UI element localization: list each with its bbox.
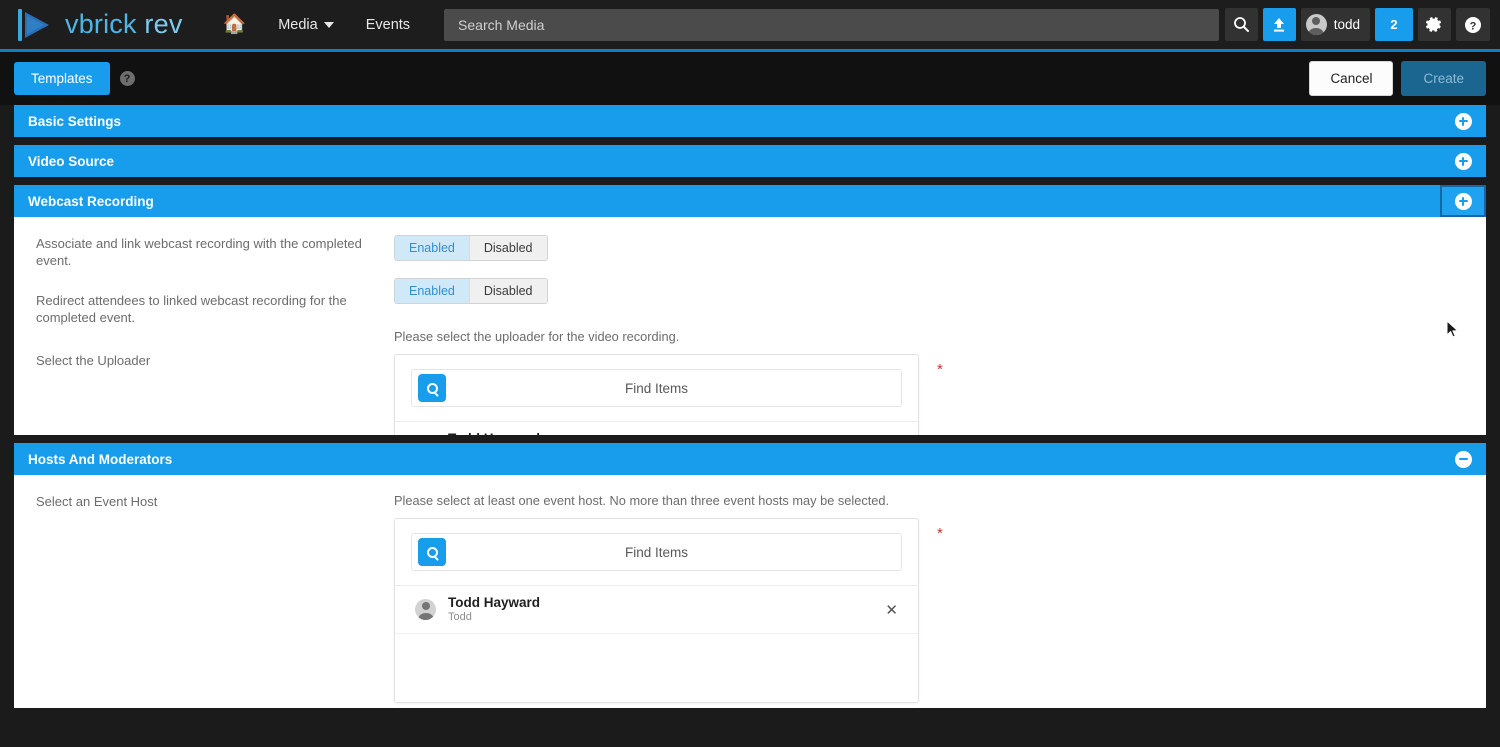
minus-circle-icon [1454,450,1472,468]
search-input[interactable] [444,8,1219,41]
labels-column: Select an Event Host [14,493,394,708]
search-icon [418,374,446,402]
panel-basic-settings: Basic Settings [14,105,1486,137]
redirect-attendees-label: Redirect attendees to linked webcast rec… [36,293,347,325]
question-circle-icon[interactable]: ? [119,71,135,86]
nav-events-label: Events [365,16,411,33]
help-button[interactable]: ? [1456,8,1490,41]
required-marker: * [937,525,943,542]
gear-icon [1426,16,1443,33]
expand-toggle[interactable] [1440,185,1486,217]
panel-title: Basic Settings [28,113,122,129]
form-panels: Basic Settings Video Source Webcast Reco… [0,105,1500,708]
notification-count-button[interactable]: 2 [1375,8,1413,41]
expand-toggle[interactable] [1440,105,1486,137]
plus-circle-icon [1454,112,1472,130]
uploader-search-field[interactable]: Find Items [411,369,902,407]
user-name: todd [1333,17,1360,32]
nav-media-label: Media [278,16,318,33]
panel-body-webcast-recording: Associate and link webcast recording wit… [14,217,1486,435]
host-picker-wrap: Find Items Todd Hayward Todd ✕ * [394,518,1466,703]
vbrick-play-icon [18,8,56,42]
nav-action-buttons: todd 2 ? [1224,8,1490,41]
uploader-search-placeholder: Find Items [624,380,689,396]
panel-video-source: Video Source [14,145,1486,177]
panel-header-webcast-recording[interactable]: Webcast Recording [14,185,1486,217]
close-icon[interactable]: ✕ [881,601,902,619]
list-item[interactable]: Todd Hayward Todd ✕ [395,586,918,634]
redirect-attendees-toggle-row: Enabled Disabled [394,278,1466,304]
associate-recording-label: Associate and link webcast recording wit… [36,236,362,268]
search-icon [418,538,446,566]
host-search-field[interactable]: Find Items [411,533,902,571]
panel-title: Video Source [28,153,115,169]
brand-name-accent: rev [144,9,183,39]
controls-column: Enabled Disabled Enabled Disabled Please… [394,235,1486,435]
question-icon: ? [1464,16,1482,34]
toolbar-actions: Cancel Create [1309,61,1486,96]
toggle-option-enabled[interactable]: Enabled [395,279,469,303]
panel-body-hosts-and-moderators: Select an Event Host Please select at le… [14,475,1486,708]
uploader-helper-text: Please select the uploader for the video… [394,329,680,344]
nav-media[interactable]: Media [262,9,350,41]
toggle-option-enabled[interactable]: Enabled [395,236,469,260]
plus-circle-icon [1454,152,1472,170]
panel-header-hosts-and-moderators[interactable]: Hosts And Moderators [14,443,1486,475]
select-event-host-label: Select an Event Host [36,494,158,509]
user-avatar-icon [415,599,436,620]
required-marker: * [937,361,943,378]
host-selected-list: Todd Hayward Todd ✕ [395,585,918,634]
select-uploader-label: Select the Uploader [36,353,151,368]
expand-toggle[interactable] [1440,145,1486,177]
toggle-option-disabled[interactable]: Disabled [468,236,547,260]
primary-nav: 🏠 Media Events [207,7,427,42]
host-helper-text: Please select at least one event host. N… [394,493,890,508]
brand-name: vbrick rev [65,9,183,40]
associate-recording-toggle-row: Enabled Disabled [394,235,1466,261]
collapse-toggle[interactable] [1440,443,1486,475]
home-icon: 🏠 [222,14,247,35]
redirect-attendees-toggle[interactable]: Enabled Disabled [394,278,548,304]
user-menu-button[interactable]: todd [1300,8,1370,41]
panel-header-video-source[interactable]: Video Source [14,145,1486,177]
page-toolbar: Templates ? Cancel Create [0,52,1500,105]
search-button[interactable] [1224,8,1258,41]
brand-name-primary: vbrick [65,9,137,39]
top-navigation-bar: vbrick rev 🏠 Media Events todd [0,0,1500,52]
notification-count: 2 [1390,17,1398,32]
cancel-button[interactable]: Cancel [1309,61,1394,96]
settings-button[interactable] [1418,8,1451,41]
item-username: Todd [448,611,472,623]
uploader-selected-list: Todd Hayward Todd ✕ [395,421,918,435]
labels-column: Associate and link webcast recording wit… [14,235,394,435]
create-button[interactable]: Create [1401,61,1486,96]
controls-column: Please select at least one event host. N… [394,493,1486,708]
plus-circle-icon [1454,192,1472,210]
user-avatar-icon [1305,14,1327,35]
brand-logo[interactable]: vbrick rev [18,8,183,42]
list-item[interactable]: Todd Hayward Todd ✕ [395,422,918,435]
templates-button[interactable]: Templates [14,62,110,95]
item-display-name: Todd Hayward [448,595,541,610]
panel-hosts-and-moderators: Hosts And Moderators Select an Event Hos… [14,443,1486,708]
uploader-picker-wrap: Find Items Todd Hayward Todd ✕ [394,354,1466,435]
search-icon [1233,16,1250,33]
host-search-placeholder: Find Items [624,544,689,560]
panel-header-basic-settings[interactable]: Basic Settings [14,105,1486,137]
toggle-option-disabled[interactable]: Disabled [468,279,547,303]
chevron-down-icon [323,21,334,28]
associate-recording-toggle[interactable]: Enabled Disabled [394,235,548,261]
panel-title: Hosts And Moderators [28,451,173,467]
host-picker: Find Items Todd Hayward Todd ✕ [394,518,919,703]
upload-button[interactable] [1262,8,1296,41]
nav-home[interactable]: 🏠 [207,7,263,42]
panel-title: Webcast Recording [28,193,154,209]
nav-events[interactable]: Events [350,9,426,41]
item-display-name: Todd Hayward [448,431,540,435]
panel-webcast-recording: Webcast Recording Associate and link web… [14,185,1486,435]
upload-icon [1271,17,1287,33]
uploader-picker: Find Items Todd Hayward Todd ✕ [394,354,919,435]
svg-text:?: ? [1470,20,1477,32]
